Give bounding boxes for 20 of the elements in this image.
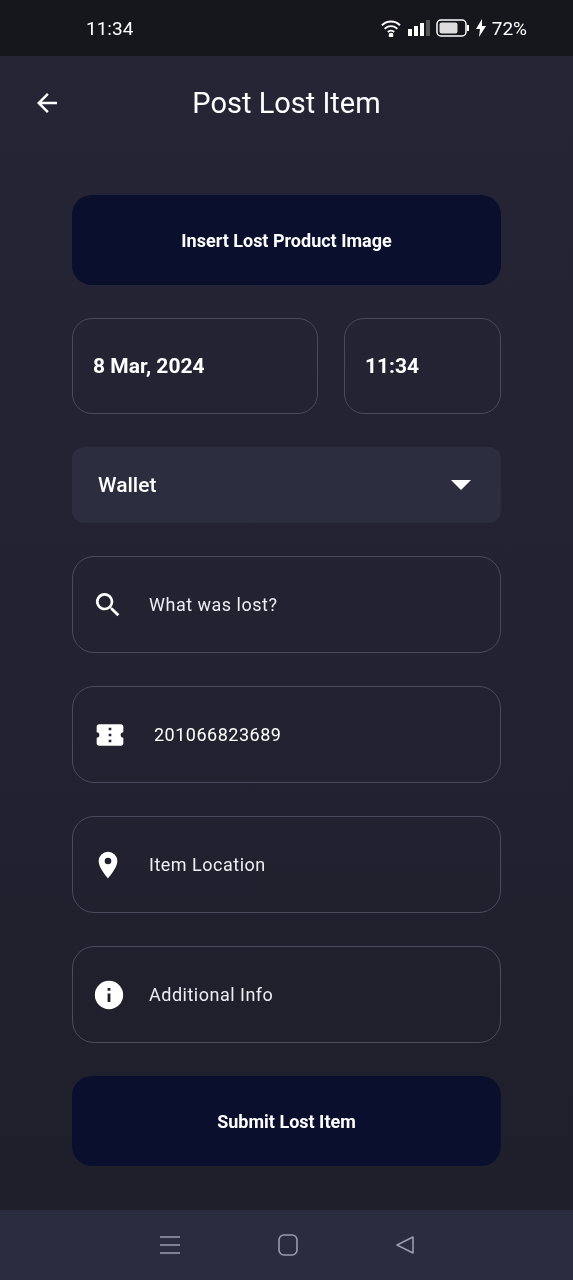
battery-percent: 72% <box>491 16 527 40</box>
date-field[interactable]: 8 Mar, 2024 <box>72 318 318 414</box>
wifi-icon <box>379 19 402 37</box>
caret-icon <box>451 480 471 490</box>
insert-image-button[interactable]: Insert Lost Product Image <box>72 195 501 285</box>
search-field[interactable]: What was lost? <box>72 556 501 653</box>
time-field[interactable]: 11:34 <box>344 318 501 414</box>
charging-icon <box>475 19 486 37</box>
input-field[interactable]: 201066823689 <box>72 686 501 783</box>
page-title: Post Lost Item <box>192 86 381 120</box>
input-field[interactable]: Item Location <box>72 816 501 913</box>
input-field[interactable]: Additional Info <box>72 946 501 1043</box>
battery-icon <box>435 19 470 37</box>
menu-icon[interactable] <box>158 1235 181 1255</box>
category-dropdown[interactable]: Wallet <box>72 447 501 523</box>
home-icon[interactable] <box>277 1234 298 1256</box>
submit-button[interactable]: Submit Lost Item <box>72 1076 501 1166</box>
back-icon[interactable] <box>394 1235 415 1255</box>
signal-icon <box>407 20 430 36</box>
clock: 11:34 <box>86 16 134 40</box>
